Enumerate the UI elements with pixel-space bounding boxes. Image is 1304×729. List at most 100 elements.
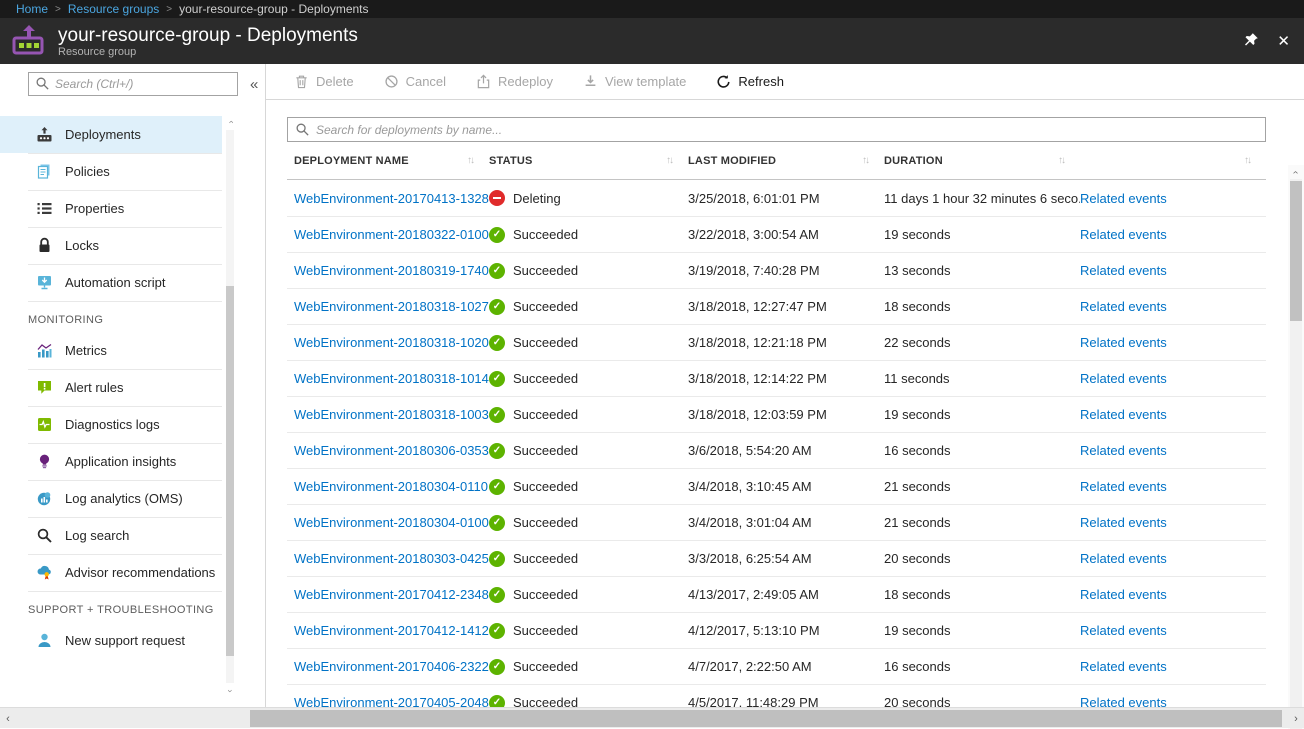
table-row: WebEnvironment-20170406-2322 Succeeded 4… (287, 648, 1266, 684)
deployment-name-link[interactable]: WebEnvironment-20180306-0353 (294, 443, 489, 458)
sidebar-item-automation-script[interactable]: Automation script (0, 264, 222, 301)
breadcrumb-resource-groups-link[interactable]: Resource groups (68, 2, 159, 16)
sidebar-item-alert-rules[interactable]: Alert rules (0, 369, 222, 406)
sidebar-item-label: Metrics (65, 343, 107, 358)
duration-cell: 11 days 1 hour 32 minutes 6 seco... (884, 191, 1080, 206)
duration-cell: 16 seconds (884, 443, 1080, 458)
sidebar-search-input[interactable] (28, 72, 238, 96)
vertical-scrollbar-thumb[interactable] (1290, 181, 1302, 321)
related-events-link[interactable]: Related events (1080, 227, 1167, 242)
deployment-name-link[interactable]: WebEnvironment-20180304-0110 (294, 479, 488, 494)
table-row: WebEnvironment-20180304-0100 Succeeded 3… (287, 504, 1266, 540)
sidebar: « Deployments Policies Properties (0, 64, 266, 707)
deployment-name-link[interactable]: WebEnvironment-20180318-1014 (294, 371, 489, 386)
scroll-up-icon[interactable]: › (225, 116, 235, 128)
related-events-link[interactable]: Related events (1080, 443, 1167, 458)
sidebar-scrollbar[interactable]: › › (225, 116, 235, 697)
collapse-sidebar-button[interactable]: « (246, 76, 262, 93)
deployments-search-input[interactable] (287, 117, 1266, 142)
last-modified-cell: 4/12/2017, 5:13:10 PM (688, 623, 884, 638)
scroll-down-icon[interactable]: › (225, 685, 235, 697)
scroll-up-icon[interactable]: › (1288, 165, 1304, 179)
deployment-name-link[interactable]: WebEnvironment-20170412-1412 (294, 623, 489, 638)
duration-cell: 21 seconds (884, 515, 1080, 530)
horizontal-scrollbar[interactable]: ‹ › (0, 707, 1304, 728)
sidebar-item-advisor-recommendations[interactable]: Advisor recommendations (0, 554, 222, 591)
column-header-status[interactable]: STATUS ↑↓ (489, 155, 688, 167)
status-text: Succeeded (513, 335, 578, 350)
related-events-link[interactable]: Related events (1080, 551, 1167, 566)
column-header-events[interactable]: ↑↓ (1080, 155, 1266, 166)
table-row: WebEnvironment-20170413-1328 Deleting 3/… (287, 180, 1266, 216)
duration-cell: 13 seconds (884, 263, 1080, 278)
related-events-link[interactable]: Related events (1080, 191, 1167, 206)
vertical-scrollbar[interactable]: › › (1288, 165, 1304, 729)
last-modified-cell: 3/22/2018, 3:00:54 AM (688, 227, 884, 242)
column-header-duration[interactable]: DURATION ↑↓ (884, 155, 1080, 167)
deployment-name-link[interactable]: WebEnvironment-20180304-0100 (294, 515, 489, 530)
cancel-button[interactable]: Cancel (384, 74, 446, 89)
status-icon (489, 299, 505, 315)
sidebar-item-policies[interactable]: Policies (0, 153, 222, 190)
main-content: Delete Cancel Redeploy View template (266, 64, 1304, 707)
deployment-name-link[interactable]: WebEnvironment-20180318-1027 (294, 299, 489, 314)
blade-header: your-resource-group - Deployments Resour… (0, 18, 1304, 64)
scroll-left-icon[interactable]: ‹ (0, 708, 16, 729)
redeploy-button[interactable]: Redeploy (476, 74, 553, 89)
deployment-name-link[interactable]: WebEnvironment-20180322-0100 (294, 227, 489, 242)
deployment-name-link[interactable]: WebEnvironment-20180319-1740 (294, 263, 489, 278)
sidebar-item-log-search[interactable]: Log search (0, 517, 222, 554)
sidebar-item-diagnostics-logs[interactable]: Diagnostics logs (0, 406, 222, 443)
horizontal-scrollbar-thumb[interactable] (250, 710, 1282, 727)
status-text: Succeeded (513, 263, 578, 278)
command-toolbar: Delete Cancel Redeploy View template (266, 64, 1304, 100)
last-modified-cell: 3/6/2018, 5:54:20 AM (688, 443, 884, 458)
table-row: WebEnvironment-20180304-0110 Succeeded 3… (287, 468, 1266, 504)
deployment-name-link[interactable]: WebEnvironment-20170412-2348 (294, 587, 489, 602)
duration-cell: 19 seconds (884, 623, 1080, 638)
delete-button[interactable]: Delete (294, 74, 354, 89)
view-template-button[interactable]: View template (583, 74, 686, 89)
search-icon (295, 122, 310, 142)
related-events-link[interactable]: Related events (1080, 623, 1167, 638)
properties-icon (36, 200, 53, 217)
column-header-last-modified[interactable]: LAST MODIFIED ↑↓ (688, 155, 884, 167)
related-events-link[interactable]: Related events (1080, 335, 1167, 350)
sidebar-scrollbar-thumb[interactable] (226, 286, 234, 656)
sidebar-item-properties[interactable]: Properties (0, 190, 222, 227)
status-text: Deleting (513, 191, 561, 206)
related-events-link[interactable]: Related events (1080, 659, 1167, 674)
status-text: Succeeded (513, 443, 578, 458)
breadcrumb-home-link[interactable]: Home (16, 2, 48, 16)
related-events-link[interactable]: Related events (1080, 479, 1167, 494)
deployment-name-link[interactable]: WebEnvironment-20170413-1328 (294, 191, 489, 206)
sidebar-item-locks[interactable]: Locks (0, 227, 222, 264)
status-icon (489, 623, 505, 639)
last-modified-cell: 3/18/2018, 12:27:47 PM (688, 299, 884, 314)
metrics-icon (36, 342, 53, 359)
deployment-name-link[interactable]: WebEnvironment-20180303-0425 (294, 551, 489, 566)
log-search-icon (36, 527, 53, 544)
refresh-button[interactable]: Refresh (716, 74, 784, 89)
scroll-right-icon[interactable]: › (1288, 708, 1304, 729)
sidebar-item-new-support-request[interactable]: New support request (0, 622, 222, 659)
sidebar-item-metrics[interactable]: Metrics (0, 332, 222, 369)
column-header-deployment-name[interactable]: DEPLOYMENT NAME ↑↓ (287, 155, 489, 167)
sidebar-item-deployments[interactable]: Deployments (0, 116, 222, 153)
related-events-link[interactable]: Related events (1080, 407, 1167, 422)
deployment-name-link[interactable]: WebEnvironment-20180318-1020 (294, 335, 489, 350)
related-events-link[interactable]: Related events (1080, 587, 1167, 602)
sidebar-item-label: Application insights (65, 454, 176, 469)
related-events-link[interactable]: Related events (1080, 263, 1167, 278)
deployment-name-link[interactable]: WebEnvironment-20180318-1003 (294, 407, 489, 422)
sidebar-item-log-analytics[interactable]: Log analytics (OMS) (0, 480, 222, 517)
related-events-link[interactable]: Related events (1080, 371, 1167, 386)
deployment-name-link[interactable]: WebEnvironment-20170406-2322 (294, 659, 489, 674)
close-button[interactable]: ✕ (1277, 32, 1290, 50)
related-events-link[interactable]: Related events (1080, 515, 1167, 530)
pin-button[interactable] (1243, 32, 1259, 51)
sidebar-item-label: Properties (65, 201, 124, 216)
log-analytics-icon (36, 490, 53, 507)
sidebar-item-application-insights[interactable]: Application insights (0, 443, 222, 480)
related-events-link[interactable]: Related events (1080, 299, 1167, 314)
